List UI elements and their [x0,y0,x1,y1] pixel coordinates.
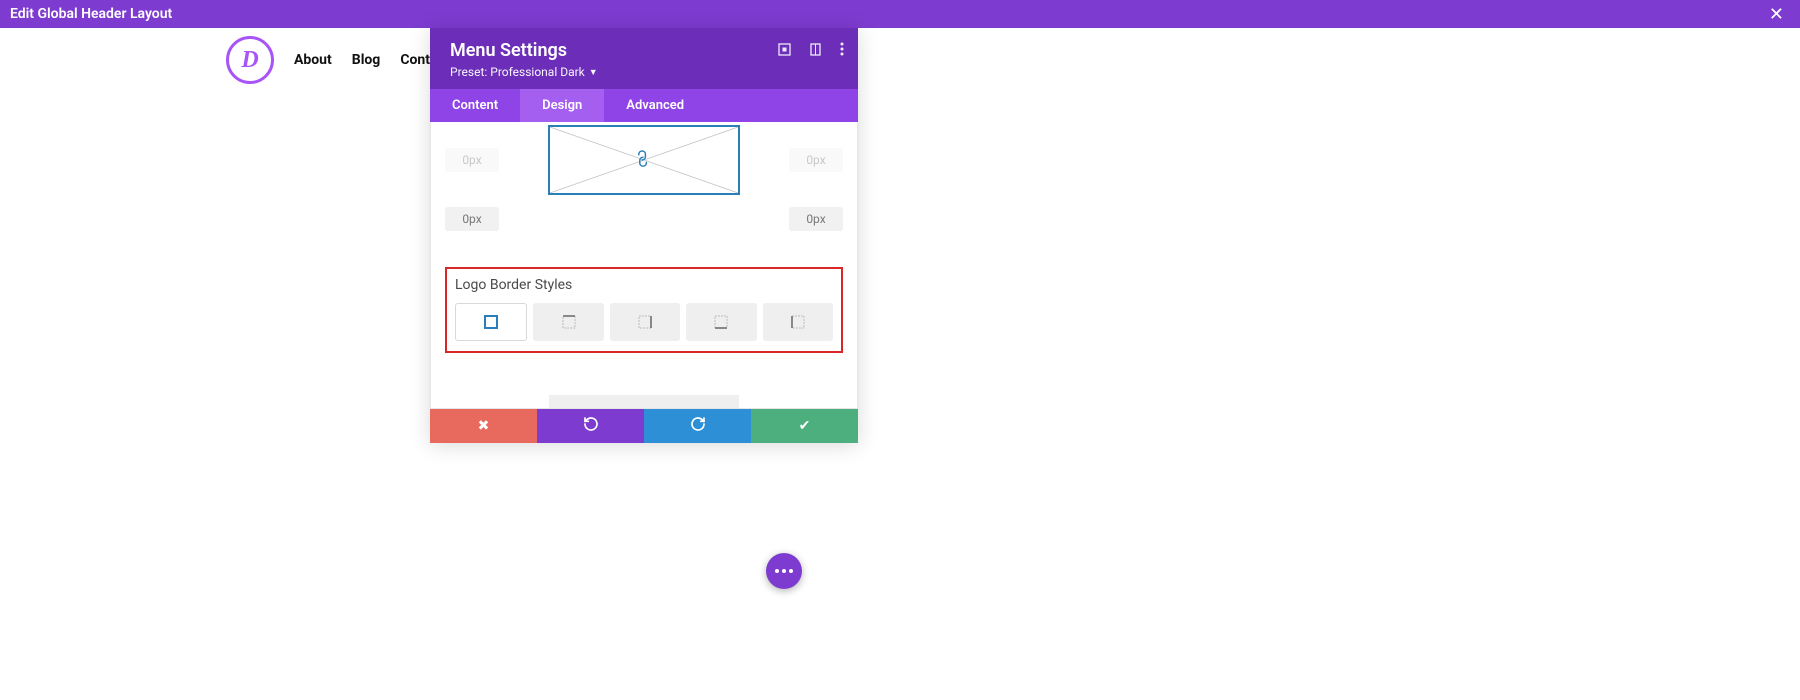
close-icon: ✖ [478,418,490,434]
spacing-row-bottom: 0px 0px [445,207,843,231]
spacing-top-right[interactable]: 0px [789,148,843,172]
check-icon: ✔ [799,418,811,434]
border-opt-top[interactable] [533,303,603,341]
nav-blog[interactable]: Blog [352,52,381,68]
spacing-top-left[interactable]: 0px [445,148,499,172]
site-header: D About Blog Cont [0,28,1800,92]
logo-border-styles-section: Logo Border Styles [445,267,843,353]
tablet-icon[interactable] [809,43,822,60]
undo-button[interactable] [537,409,644,443]
scrollbar-thumb[interactable] [857,298,858,320]
dot-icon [782,569,786,573]
border-opt-all[interactable] [455,303,527,341]
section-label: Logo Border Styles [455,277,833,293]
dot-icon [789,569,793,573]
border-options [455,303,833,341]
nav-links: About Blog Cont [294,52,430,68]
close-icon[interactable]: ✕ [1763,4,1790,25]
dot-icon [775,569,779,573]
save-button[interactable]: ✔ [751,409,858,443]
border-opt-right[interactable] [610,303,680,341]
redo-icon [690,416,706,436]
link-preview-box[interactable] [548,125,740,195]
panel-tabs: Content Design Advanced [430,89,858,122]
site-logo: D [226,36,274,84]
spacing-bottom-left[interactable]: 0px [445,207,499,231]
nav-about[interactable]: About [294,52,332,68]
action-bar: ✖ ✔ [430,409,858,443]
chevron-down-icon: ▼ [589,67,598,78]
nav-contact[interactable]: Cont [400,52,430,68]
spacing-bottom-right[interactable]: 0px [789,207,843,231]
top-bar: Edit Global Header Layout ✕ [0,0,1800,28]
border-opt-left[interactable] [763,303,833,341]
kebab-menu-icon[interactable] [840,42,844,60]
undo-icon [583,416,599,436]
panel-header-icons [778,42,844,60]
cancel-button[interactable]: ✖ [430,409,537,443]
tab-advanced[interactable]: Advanced [604,89,706,122]
border-opt-bottom[interactable] [686,303,756,341]
redo-button[interactable] [644,409,751,443]
top-bar-title: Edit Global Header Layout [10,6,172,22]
border-preview [549,395,739,409]
tab-design[interactable]: Design [520,89,604,122]
tab-content[interactable]: Content [430,89,520,122]
spacing-row-top: 0px 0px [445,125,843,195]
panel-header: Menu Settings Preset: Professional Dark … [430,28,858,89]
panel-preset[interactable]: Preset: Professional Dark ▼ [450,65,838,79]
settings-panel: Menu Settings Preset: Professional Dark … [430,28,858,443]
panel-body: 0px 0px 0px 0px Logo Border Styles [430,122,858,409]
expand-icon[interactable] [778,43,791,60]
fab-more[interactable] [766,553,802,589]
